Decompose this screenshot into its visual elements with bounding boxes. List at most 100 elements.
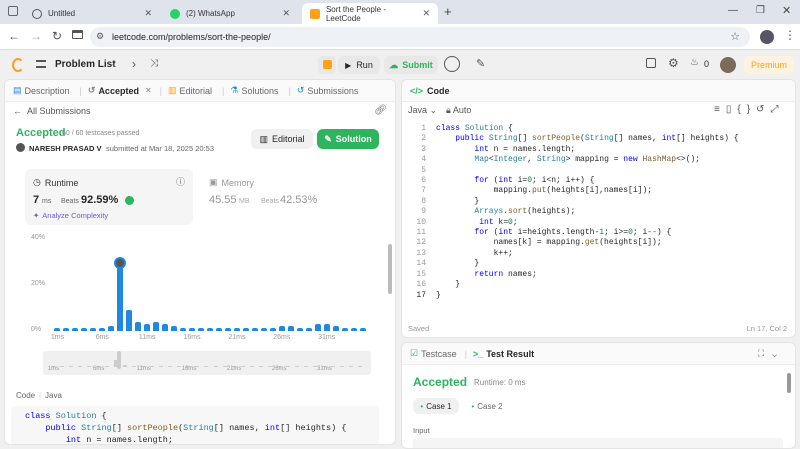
chart-bar[interactable] [341, 328, 348, 331]
chart-bar[interactable] [108, 326, 115, 331]
chart-bar[interactable] [207, 328, 213, 331]
all-submissions-link[interactable]: ← All Submissions [13, 106, 91, 116]
chart-bar[interactable] [72, 328, 79, 331]
close-icon[interactable]: ✕ [144, 8, 152, 19]
chart-bar[interactable] [126, 309, 133, 331]
memory-header[interactable]: ▣ Memory [209, 177, 254, 188]
chart-bar[interactable] [278, 326, 285, 331]
notes-icon[interactable]: ✎ [476, 57, 485, 70]
chart-bar[interactable] [144, 323, 151, 331]
premium-button[interactable]: Premium [744, 56, 794, 74]
runtime-distribution-chart[interactable] [53, 237, 367, 331]
home-icon[interactable] [72, 30, 83, 39]
run-button[interactable]: ▶ Run [338, 56, 380, 74]
solution-button[interactable]: ✎ Solution [317, 129, 379, 149]
chart-bar[interactable] [81, 328, 88, 331]
chart-bar[interactable] [251, 328, 258, 331]
prev-problem-icon[interactable]: ‹ [112, 57, 116, 71]
profile-avatar[interactable] [760, 30, 774, 44]
layout-icon[interactable] [646, 58, 656, 68]
range-selector[interactable]: 1ms 6ms 11ms 16ms 21ms 26ms 31ms [43, 351, 371, 375]
forward-arrow-icon[interactable]: → [30, 29, 42, 43]
chart-bar[interactable] [153, 321, 160, 331]
tab-test-result[interactable]: >_ Test Result [473, 349, 534, 359]
streak-fire-icon[interactable]: ♨ [690, 57, 699, 68]
chart-bar[interactable] [90, 328, 97, 331]
info-icon[interactable]: ⓘ [176, 175, 185, 188]
editorial-button[interactable]: ▥ Editorial [251, 129, 313, 149]
chart-bar[interactable] [260, 328, 267, 331]
chart-bar[interactable] [189, 328, 196, 331]
tab-editorial[interactable]: ▥ Editorial [168, 85, 212, 96]
chart-bar[interactable] [63, 328, 70, 331]
auto-mode-toggle[interactable]: 🔒︎ Auto [446, 105, 471, 116]
submitter-name[interactable]: NARESH PRASAD V [29, 144, 102, 153]
tab-testcase[interactable]: ☑ Testcase [410, 348, 457, 359]
close-icon[interactable]: ✕ [282, 8, 290, 19]
chart-bar[interactable] [171, 326, 178, 331]
chart-bar[interactable] [269, 328, 276, 331]
problem-list-link[interactable]: Problem List [55, 59, 116, 70]
debug-button[interactable] [318, 56, 336, 74]
chart-bar[interactable] [180, 328, 187, 331]
chart-bar[interactable] [242, 328, 249, 331]
expand-icon[interactable]: ⛶ [758, 348, 772, 358]
restore-button[interactable]: ❐ [756, 5, 765, 16]
chart-bar[interactable] [296, 328, 303, 331]
next-problem-icon[interactable]: › [132, 57, 136, 71]
chart-bar[interactable] [215, 328, 222, 331]
scrollbar[interactable] [388, 244, 392, 294]
reset-icon[interactable]: ↺ [756, 104, 770, 115]
tab-solutions[interactable]: ⚗ Solutions [230, 85, 278, 96]
chart-bar[interactable] [305, 328, 312, 331]
collapse-icon[interactable]: ⌄ [772, 348, 785, 358]
share-link-icon[interactable]: 🔗︎ [374, 105, 387, 116]
close-window-button[interactable]: ✕ [782, 4, 791, 17]
browser-tab-untitled[interactable]: Untitled ✕ [24, 3, 160, 24]
chart-bar[interactable] [162, 323, 169, 331]
close-icon[interactable]: ✕ [422, 8, 430, 19]
reload-icon[interactable]: ↻ [52, 29, 62, 43]
case-2-tab[interactable]: • Case 2 [464, 398, 510, 414]
language-select[interactable]: Java ⌄ [408, 105, 437, 116]
chart-bar[interactable] [99, 328, 106, 331]
chart-bar[interactable] [224, 328, 231, 331]
chart-bar[interactable] [117, 260, 124, 331]
shuffle-icon[interactable]: ⤨ [150, 58, 158, 69]
chart-bar[interactable] [135, 321, 142, 331]
close-tab-icon[interactable]: ✕ [145, 86, 152, 95]
chart-bar[interactable] [233, 328, 240, 331]
site-info-icon[interactable]: ⚙ [96, 31, 104, 42]
code-editor[interactable]: 1 2 3 4 5 6 7 8 9 10 11 12 13 14 15 16 17 class Solution… [406, 124, 791, 301]
user-avatar[interactable] [720, 57, 736, 73]
chart-bar[interactable] [332, 326, 339, 331]
chart-bar[interactable] [350, 328, 357, 331]
analyze-complexity-link[interactable]: ✦ Analyze Complexity [33, 211, 108, 220]
browser-menu-icon[interactable]: ⋮ [784, 28, 796, 42]
case-1-tab[interactable]: • Case 1 [413, 398, 459, 414]
tab-description[interactable]: ▤ Description [13, 85, 70, 96]
tab-submissions[interactable]: ↺ Submissions [297, 85, 359, 96]
tab-overview-icon[interactable] [8, 6, 18, 16]
leetcode-logo[interactable] [12, 58, 24, 72]
tab-accepted[interactable]: ↺ Accepted [88, 85, 139, 96]
bookmark-icon[interactable]: ▯ [726, 104, 738, 115]
scrollbar[interactable] [787, 373, 791, 393]
chart-bar[interactable] [314, 323, 321, 331]
braces-icon[interactable]: {} [737, 104, 756, 115]
format-icon[interactable]: ≡ [714, 104, 726, 115]
chart-bar[interactable] [287, 326, 294, 331]
runtime-card[interactable]: ◷ Runtime ⓘ 7 ms Beats 92.59% ✦ Analyze Co… [25, 169, 193, 225]
bookmark-star-icon[interactable]: ☆ [730, 30, 740, 43]
browser-tab-leetcode[interactable]: Sort the People - LeetCode ✕ [302, 3, 438, 24]
url-field[interactable]: ⚙ leetcode.com/problems/sort-the-people/… [90, 27, 750, 47]
range-handle[interactable] [117, 351, 121, 369]
fullscreen-icon[interactable]: ⤢ [770, 104, 784, 115]
chart-bar[interactable] [198, 328, 205, 331]
minimize-button[interactable]: — [728, 5, 738, 16]
new-tab-button[interactable]: + [444, 4, 452, 19]
chart-bar[interactable] [359, 328, 366, 331]
back-arrow-icon[interactable]: ← [8, 29, 20, 43]
browser-tab-whatsapp[interactable]: (2) WhatsApp ✕ [162, 3, 298, 24]
settings-gear-icon[interactable]: ⚙ [668, 56, 679, 70]
